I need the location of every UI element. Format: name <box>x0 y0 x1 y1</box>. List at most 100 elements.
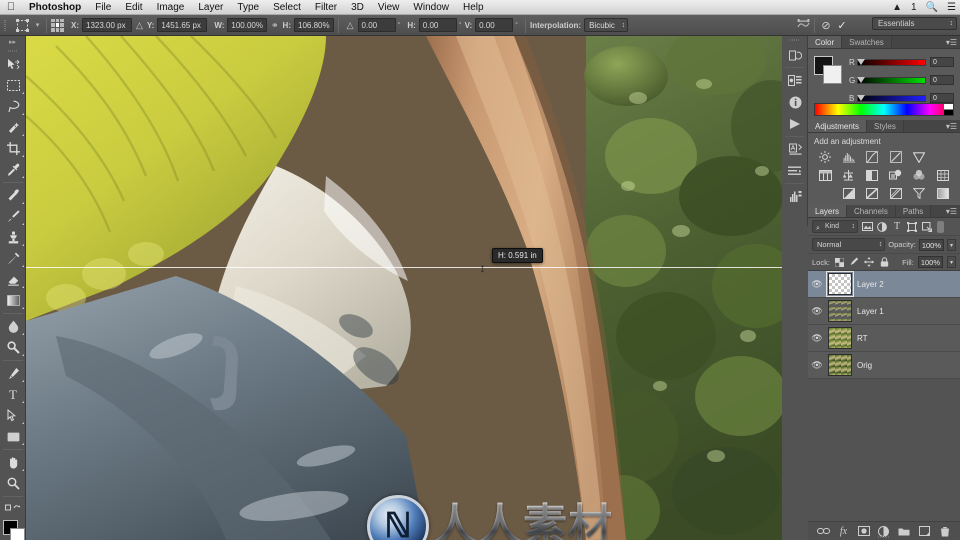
paragraph-panel-icon[interactable] <box>782 160 808 182</box>
color-slider-g-track[interactable] <box>857 76 926 84</box>
color-panel-swatch[interactable] <box>814 56 842 84</box>
color-slider-b-track[interactable] <box>857 94 926 102</box>
color-slider-b-value[interactable]: 0 <box>930 93 954 103</box>
toggle-warp-mode-button[interactable] <box>795 17 811 33</box>
threshold-adjustment[interactable] <box>885 185 908 201</box>
horizontal-type-tool[interactable]: T <box>0 384 26 405</box>
black-white-adjustment[interactable] <box>861 167 884 183</box>
brightness-contrast-adjustment[interactable] <box>814 149 837 165</box>
toolbox-collapse-button[interactable]: ▸▸ <box>0 36 25 47</box>
info-panel-icon[interactable] <box>782 91 808 113</box>
apple-logo-icon[interactable]:  <box>0 1 22 13</box>
skew-v-field[interactable]: 0.00 <box>475 18 514 32</box>
opacity-value[interactable]: 100% <box>918 238 944 251</box>
color-panel-menu-icon[interactable]: ▾☰ <box>946 38 957 47</box>
menu-item-help[interactable]: Help <box>456 0 491 15</box>
color-lookup-adjustment[interactable] <box>932 167 955 183</box>
transform-middle-handle[interactable]: ↕ <box>479 260 486 276</box>
tool-preset-chevron-icon[interactable]: ▾ <box>33 21 42 29</box>
photo-filter-adjustment[interactable] <box>885 167 908 183</box>
color-slider-b[interactable]: B 0 <box>849 93 954 103</box>
fill-value[interactable]: 100% <box>917 256 943 268</box>
search-icon[interactable]: 🔍 <box>926 0 938 15</box>
character-panel-icon[interactable] <box>782 138 808 160</box>
rectangular-marquee-tool[interactable] <box>0 75 26 96</box>
filter-enable-toggle[interactable] <box>937 220 944 233</box>
blur-tool[interactable] <box>0 316 26 337</box>
menu-item-file[interactable]: File <box>88 0 118 15</box>
color-panel-background[interactable] <box>823 65 842 84</box>
lock-transparent-pixels-icon[interactable] <box>834 256 845 268</box>
path-selection-tool[interactable] <box>0 405 26 426</box>
menu-item-window[interactable]: Window <box>406 0 456 15</box>
dodge-tool[interactable] <box>0 337 26 358</box>
layer-thumbnail[interactable] <box>826 271 854 297</box>
tab-swatches[interactable]: Swatches <box>842 36 892 48</box>
options-bar-grip[interactable] <box>0 15 9 36</box>
lock-all-icon[interactable] <box>879 256 890 268</box>
fill-stepper[interactable]: ▾ <box>947 256 956 268</box>
menu-item-image[interactable]: Image <box>150 0 192 15</box>
layer-visibility-icon[interactable]: 👁 <box>811 360 823 371</box>
brush-tool[interactable] <box>0 206 26 227</box>
menu-item-layer[interactable]: Layer <box>191 0 230 15</box>
menu-item-view[interactable]: View <box>371 0 407 15</box>
invert-adjustment[interactable] <box>838 185 861 201</box>
opacity-stepper[interactable]: ▾ <box>947 238 956 251</box>
lock-position-icon[interactable] <box>864 256 875 268</box>
history-panel-icon[interactable] <box>782 44 808 66</box>
tab-color[interactable]: Color <box>808 36 843 48</box>
menu-item-edit[interactable]: Edit <box>118 0 149 15</box>
move-tool[interactable] <box>0 54 26 75</box>
selective-color-adjustment[interactable] <box>908 185 931 201</box>
menu-item-filter[interactable]: Filter <box>308 0 344 15</box>
tab-layers[interactable]: Layers <box>808 205 848 217</box>
x-field[interactable]: 1323.00 px <box>82 18 132 32</box>
eraser-tool[interactable] <box>0 269 26 290</box>
table-row[interactable]: 👁 RT <box>808 325 960 352</box>
table-row[interactable]: 👁 Orig <box>808 352 960 379</box>
filter-smart-objects-icon[interactable] <box>921 220 933 233</box>
spot-healing-brush-tool[interactable] <box>0 185 26 206</box>
curves-adjustment[interactable] <box>861 149 884 165</box>
exposure-adjustment[interactable] <box>885 149 908 165</box>
filter-shape-layers-icon[interactable] <box>906 220 918 233</box>
extra-tools-button[interactable] <box>0 499 26 515</box>
airplay-icon[interactable]: ▲ <box>892 0 902 15</box>
clone-stamp-tool[interactable] <box>0 227 26 248</box>
eyedropper-tool[interactable] <box>0 159 26 180</box>
reference-point-grid[interactable] <box>51 18 64 32</box>
workspace-switcher[interactable]: Essentials <box>872 17 957 30</box>
layer-visibility-icon[interactable]: 👁 <box>811 333 823 344</box>
free-transform-icon[interactable] <box>11 17 33 34</box>
color-ramp[interactable] <box>814 103 954 116</box>
menu-item-3d[interactable]: 3D <box>344 0 371 15</box>
minidock-grip[interactable] <box>782 36 807 44</box>
rotate-field[interactable]: 0.00 <box>357 18 396 32</box>
hue-saturation-adjustment[interactable] <box>814 167 837 183</box>
skew-h-field[interactable]: 0.00 <box>418 18 457 32</box>
layer-thumbnail[interactable] <box>828 300 852 322</box>
layer-filter-kind-select[interactable]: ⌕ Kind <box>812 220 858 233</box>
background-color-swatch[interactable] <box>10 528 25 540</box>
dock-resize-grip[interactable] <box>808 533 960 540</box>
actions-panel-icon[interactable] <box>782 69 808 91</box>
toolbox-grip[interactable] <box>0 47 25 54</box>
quick-selection-tool[interactable] <box>0 117 26 138</box>
layer-visibility-icon[interactable]: 👁 <box>811 306 823 317</box>
layer-thumbnail[interactable] <box>828 327 852 349</box>
rectangle-tool[interactable] <box>0 426 26 447</box>
list-icon[interactable]: ☰ <box>947 0 956 15</box>
y-field[interactable]: 1451.65 px <box>157 18 208 32</box>
tab-adjustments[interactable]: Adjustments <box>808 120 868 132</box>
foreground-background-color-swatch[interactable] <box>0 518 26 540</box>
color-slider-r-track[interactable] <box>857 58 926 66</box>
color-balance-adjustment[interactable] <box>838 167 861 183</box>
posterize-adjustment[interactable] <box>861 185 884 201</box>
menu-item-photoshop[interactable]: Photoshop <box>22 0 88 15</box>
channel-mixer-adjustment[interactable] <box>908 167 931 183</box>
pen-tool[interactable] <box>0 363 26 384</box>
tab-paths[interactable]: Paths <box>895 205 932 217</box>
color-slider-g-value[interactable]: 0 <box>930 75 954 85</box>
layer-thumbnail[interactable] <box>828 354 852 376</box>
